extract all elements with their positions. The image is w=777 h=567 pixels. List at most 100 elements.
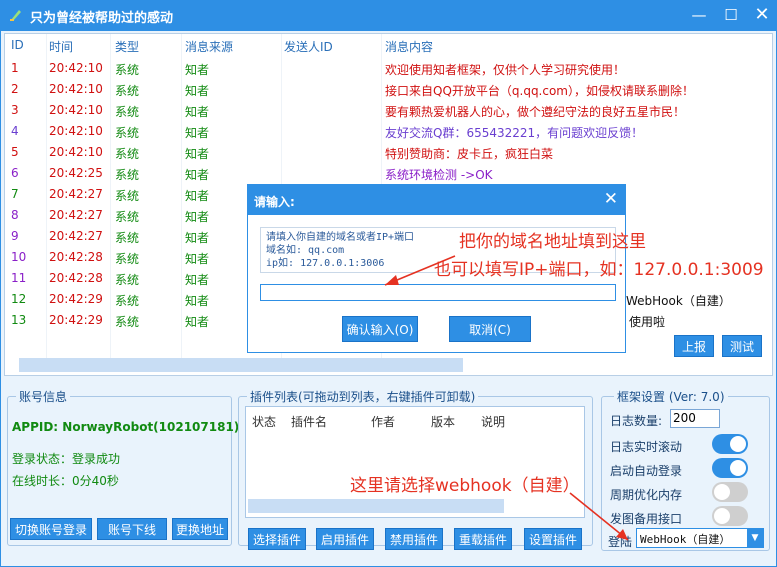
appid-label: APPID: NorwayRobot(102107181) xyxy=(12,420,240,434)
plugin-col-author[interactable]: 作者 xyxy=(371,413,395,430)
log-row[interactable]: 6 20:42:25 系统 知者 系统环境检测 ->OK xyxy=(5,163,774,184)
log-cell-time: 20:42:28 xyxy=(49,250,103,264)
log-cell-msg: 欢迎使用知者框架，仅供个人学习研究使用！ xyxy=(385,63,626,77)
log-cell-src: 知者 xyxy=(185,189,210,203)
option-realtime-scroll-label: 日志实时滚动 xyxy=(610,440,683,454)
log-cell-type: 系统 xyxy=(115,252,140,266)
plugin-list[interactable]: 状态 插件名 作者 版本 说明 xyxy=(245,406,585,518)
log-row[interactable]: 1 20:42:10 系统 知者 欢迎使用知者框架，仅供个人学习研究使用！ xyxy=(5,58,774,79)
dialog-close-icon[interactable]: ✕ xyxy=(604,189,618,209)
log-cell-src: 知者 xyxy=(185,273,210,287)
log-cell-msg: 系统环境检测 ->OK xyxy=(385,168,493,182)
annotation-webhook-hint: 这里请选择webhook（自建） xyxy=(350,476,580,496)
log-cell-src: 知者 xyxy=(185,84,210,98)
log-cell-msg: 要有颗热爱机器人的心，做个遵纪守法的良好五星市民！ xyxy=(385,105,686,119)
confirm-button[interactable]: 确认输入(O) xyxy=(342,316,418,342)
log-cell-type: 系统 xyxy=(115,273,140,287)
log-cell-type: 系统 xyxy=(115,231,140,245)
log-cell-type: 系统 xyxy=(115,105,140,119)
enable-plugin-button[interactable]: 启用插件 xyxy=(316,528,374,550)
log-row[interactable]: 4 20:42:10 系统 知者 友好交流Q群：655432221，有问题欢迎反馈！ xyxy=(5,121,774,142)
log-row[interactable]: 3 20:42:10 系统 知者 要有颗热爱机器人的心，做个遵纪守法的良好五星市民！ xyxy=(5,100,774,121)
switch-account-button[interactable]: 切换账号登录 xyxy=(10,518,92,540)
annotation-ip-hint: 也可以填写IP+端口，如：127.0.0.1:3009 xyxy=(434,260,764,280)
report-button[interactable]: 上报 xyxy=(674,335,714,357)
log-cell-time: 20:42:29 xyxy=(49,313,103,327)
col-header-time[interactable]: 时间 xyxy=(49,38,73,55)
col-header-id[interactable]: ID xyxy=(11,38,24,52)
log-cell-type: 系统 xyxy=(115,147,140,161)
log-cell-src: 知者 xyxy=(185,63,210,77)
memory-optimize-toggle[interactable] xyxy=(712,482,748,502)
toggle-knob xyxy=(714,484,730,500)
log-cell-msg: 使用啦 xyxy=(629,315,666,329)
log-cell-type: 系统 xyxy=(115,84,140,98)
horizontal-scrollbar[interactable] xyxy=(19,358,463,372)
log-cell-id: 3 xyxy=(11,103,19,117)
online-time-label: 在线时长：0分40秒 xyxy=(12,474,119,488)
minimize-icon[interactable]: — xyxy=(688,5,710,25)
backup-image-toggle[interactable] xyxy=(712,506,748,526)
plugin-hscrollbar[interactable] xyxy=(248,499,504,513)
close-icon[interactable]: ✕ xyxy=(751,5,773,25)
plugin-col-status[interactable]: 状态 xyxy=(252,413,276,430)
log-cell-id: 4 xyxy=(11,124,19,138)
log-cell-time: 20:42:27 xyxy=(49,208,103,222)
log-cell-id: 10 xyxy=(11,250,27,264)
app-icon xyxy=(10,10,21,21)
login-mode-label: 登陆 xyxy=(608,535,633,549)
log-cell-src: 知者 xyxy=(185,231,210,245)
reload-plugin-button[interactable]: 重载插件 xyxy=(454,528,512,550)
plugin-settings-button[interactable]: 设置插件 xyxy=(524,528,582,550)
login-mode-value: WebHook（自建） xyxy=(640,533,731,546)
plugin-col-desc[interactable]: 说明 xyxy=(481,413,505,430)
plugin-col-version[interactable]: 版本 xyxy=(431,413,455,430)
logout-button[interactable]: 账号下线 xyxy=(97,518,167,540)
auto-login-toggle[interactable] xyxy=(712,458,748,478)
log-cell-src: 知者 xyxy=(185,252,210,266)
log-cell-src: 知者 xyxy=(185,315,210,329)
realtime-scroll-toggle[interactable] xyxy=(712,434,748,454)
log-cell-id: 1 xyxy=(11,61,19,75)
log-cell-id: 12 xyxy=(11,292,27,306)
maximize-icon[interactable]: ☐ xyxy=(720,5,742,25)
annotation-domain-hint: 把你的域名地址填到这里 xyxy=(459,232,646,252)
log-cell-time: 20:42:29 xyxy=(49,292,103,306)
chevron-down-icon[interactable]: ▼ xyxy=(747,529,763,547)
log-cell-time: 20:42:10 xyxy=(49,61,103,75)
log-cell-type: 系统 xyxy=(115,294,140,308)
log-cell-src: 知者 xyxy=(185,105,210,119)
domain-input[interactable] xyxy=(260,284,616,301)
plugin-list-title: 插件列表(可拖动到列表，右键插件可卸载) xyxy=(247,388,479,405)
col-header-source[interactable]: 消息来源 xyxy=(185,38,233,55)
log-count-label: 日志数量: xyxy=(610,414,663,428)
plugin-col-name[interactable]: 插件名 xyxy=(291,413,327,430)
dialog-title-bar: 请输入: ✕ xyxy=(248,185,625,215)
toggle-knob xyxy=(730,436,746,452)
log-cell-src: 知者 xyxy=(185,294,210,308)
log-cell-msg: WebHook（自建） xyxy=(626,294,731,308)
log-cell-time: 20:42:27 xyxy=(49,187,103,201)
log-cell-type: 系统 xyxy=(115,126,140,140)
cancel-button[interactable]: 取消(C) xyxy=(449,316,531,342)
log-cell-src: 知者 xyxy=(185,126,210,140)
login-mode-select[interactable]: WebHook（自建） ▼ xyxy=(636,528,764,548)
col-header-content[interactable]: 消息内容 xyxy=(385,38,433,55)
log-cell-id: 11 xyxy=(11,271,27,285)
select-plugin-button[interactable]: 选择插件 xyxy=(248,528,306,550)
log-cell-type: 系统 xyxy=(115,63,140,77)
col-header-type[interactable]: 类型 xyxy=(115,38,139,55)
disable-plugin-button[interactable]: 禁用插件 xyxy=(385,528,443,550)
log-cell-msg: 特别赞助商：皮卡丘，疯狂白菜 xyxy=(385,147,554,161)
log-cell-id: 6 xyxy=(11,166,19,180)
test-button[interactable]: 测试 xyxy=(722,335,762,357)
log-row[interactable]: 2 20:42:10 系统 知者 接口来自QQ开放平台（q.qq.com），如侵权请联系… xyxy=(5,79,774,100)
log-count-input[interactable]: 200 xyxy=(670,409,720,428)
option-auto-login-label: 启动自动登录 xyxy=(610,464,683,478)
log-row[interactable]: 5 20:42:10 系统 知者 特别赞助商：皮卡丘，疯狂白菜 xyxy=(5,142,774,163)
col-header-sender[interactable]: 发送人ID xyxy=(284,38,333,55)
change-address-button[interactable]: 更换地址 xyxy=(172,518,228,540)
title-bar: 只为曾经被帮助过的感动 — ☐ ✕ xyxy=(0,0,777,31)
log-cell-id: 13 xyxy=(11,313,27,327)
log-cell-src: 知者 xyxy=(185,168,210,182)
